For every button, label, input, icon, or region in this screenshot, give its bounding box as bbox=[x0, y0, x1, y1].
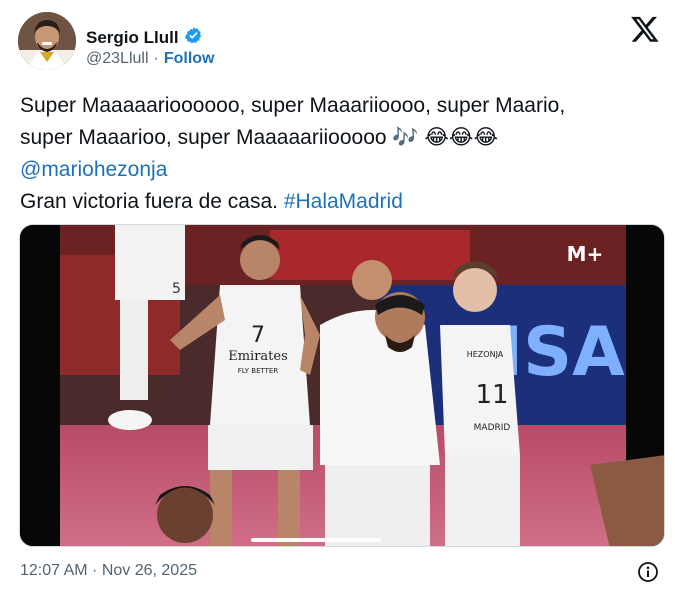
author-name-row: Sergio Llull bbox=[86, 26, 203, 50]
author-handle-row: @23Llull · Follow bbox=[86, 50, 214, 68]
tweet-text: Super Maaaaarioooooo, super Maaariioooo,… bbox=[20, 90, 660, 218]
player-back-name: HEZONJA bbox=[467, 350, 504, 359]
player-back-number: 11 bbox=[475, 380, 508, 410]
video-player[interactable]: VISA M+ 5 7 Emirates FLY BETTER 11 HEZON… bbox=[19, 224, 665, 547]
info-icon[interactable] bbox=[636, 560, 660, 584]
tweet-line-4: Gran victoria fuera de casa. #HalaMadrid bbox=[20, 186, 660, 218]
player-front-number: 7 bbox=[251, 323, 265, 348]
separator-dot: · bbox=[153, 50, 159, 67]
player-front-sponsor: Emirates bbox=[228, 349, 288, 364]
mention-link[interactable]: @mariohezonja bbox=[20, 154, 660, 186]
emoji-group: 🎶 😂😂😂 bbox=[392, 126, 499, 149]
x-logo-icon[interactable] bbox=[630, 14, 660, 44]
author-name[interactable]: Sergio Llull bbox=[86, 28, 179, 48]
tweet-timestamp[interactable]: 12:07 AM · Nov 26, 2025 bbox=[20, 562, 197, 580]
tweet-line-2: super Maaarioo, super Maaaaariiooooo 🎶 😂… bbox=[20, 122, 660, 154]
player-back-club: MADRID bbox=[474, 423, 511, 433]
tweet-line-2-text: super Maaarioo, super Maaaaariiooooo bbox=[20, 126, 387, 149]
video-progress-bar[interactable] bbox=[251, 538, 381, 542]
verified-badge-icon bbox=[184, 26, 203, 50]
tweet-footer: 12:07 AM · Nov 26, 2025 bbox=[20, 560, 660, 584]
tweet-header: Sergio Llull @23Llull · Follow bbox=[18, 12, 660, 72]
author-avatar[interactable] bbox=[18, 12, 76, 70]
tweet-line-1: Super Maaaaarioooooo, super Maaariioooo,… bbox=[20, 94, 566, 117]
author-handle[interactable]: @23Llull bbox=[86, 50, 149, 68]
tweet-card: Sergio Llull @23Llull · Follow Super Maa… bbox=[0, 0, 675, 602]
left-player-number: 5 bbox=[172, 281, 181, 297]
hashtag-link[interactable]: #HalaMadrid bbox=[284, 190, 403, 213]
broadcaster-logo: M+ bbox=[567, 242, 604, 266]
player-front-sponsor-sub: FLY BETTER bbox=[238, 367, 279, 375]
follow-button[interactable]: Follow bbox=[164, 50, 215, 68]
tweet-line-4-text: Gran victoria fuera de casa. bbox=[20, 190, 278, 213]
video-frame: VISA M+ 5 7 Emirates FLY BETTER 11 HEZON… bbox=[20, 225, 664, 546]
avatar-portrait bbox=[18, 12, 76, 70]
